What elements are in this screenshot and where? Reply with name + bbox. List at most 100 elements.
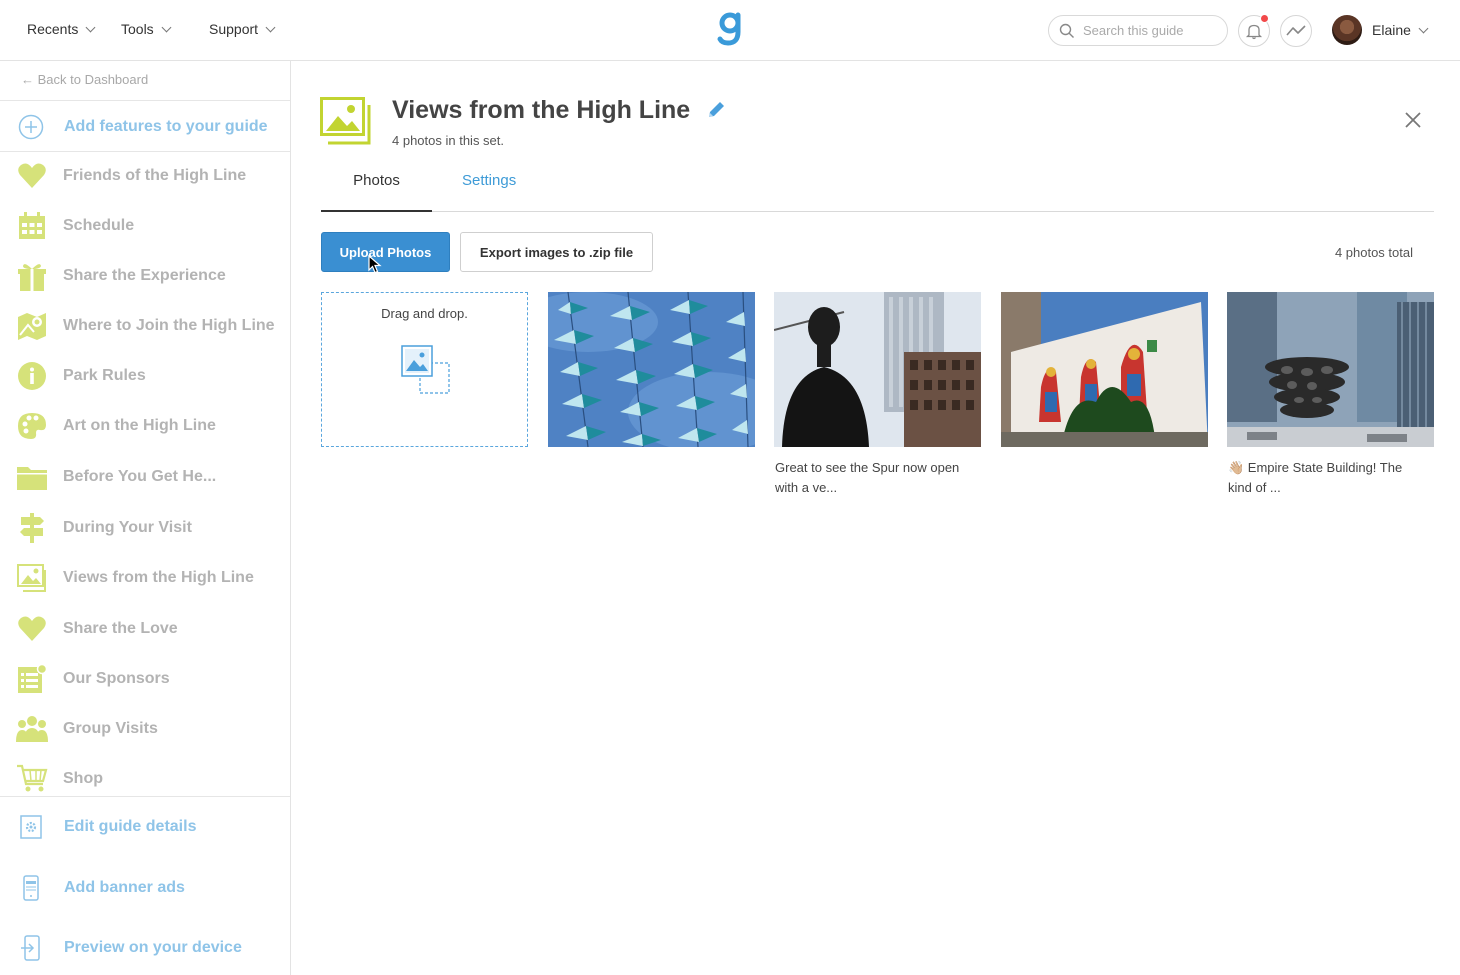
sidebar-item-during-your-visit[interactable]: During Your Visit — [16, 512, 192, 544]
sidebar-item-label: Friends of the High Line — [63, 167, 247, 184]
pencil-icon[interactable] — [706, 100, 726, 120]
edit-guide-details-label: Edit guide details — [64, 818, 197, 835]
divider — [0, 151, 290, 152]
sidebar-item-views[interactable]: Views from the High Line — [16, 562, 254, 594]
user-menu[interactable]: Elaine — [1372, 22, 1429, 38]
app-logo-icon[interactable] — [716, 10, 746, 48]
sidebar-item-label: Art on the High Line — [63, 417, 216, 434]
tab-photos[interactable]: Photos — [321, 172, 432, 189]
phone-arrow-icon — [21, 935, 40, 961]
photo-thumbnail[interactable] — [1001, 292, 1208, 447]
activity-button[interactable] — [1280, 15, 1312, 47]
tabs-divider — [321, 211, 1434, 212]
chevron-down-icon — [161, 22, 172, 32]
gear-icon — [20, 815, 42, 839]
photo-caption: Great to see the Spur now open with a ve… — [775, 460, 960, 495]
notification-dot — [1260, 14, 1269, 23]
sidebar-item-label: Schedule — [63, 217, 135, 234]
search-input[interactable] — [1083, 23, 1213, 38]
chevron-down-icon — [1418, 23, 1429, 33]
photo-thumbnail[interactable] — [774, 292, 981, 447]
export-zip-button[interactable]: Export images to .zip file — [460, 232, 653, 272]
mouse-cursor-icon — [368, 255, 382, 274]
sidebar-item-label: Shop — [63, 770, 103, 787]
support-menu[interactable]: Support — [209, 21, 276, 37]
add-banner-ads-label: Add banner ads — [64, 879, 185, 896]
palette-icon — [16, 410, 48, 442]
sidebar-item-art[interactable]: Art on the High Line — [16, 410, 216, 442]
gift-icon — [16, 260, 48, 292]
add-features-button[interactable]: Add features to your guide — [18, 114, 268, 140]
top-bar: Recents Tools Support Elaine — [0, 0, 1460, 61]
sidebar-item-schedule[interactable]: Schedule — [16, 210, 134, 242]
sidebar-item-label: Views from the High Line — [63, 569, 254, 586]
sidebar-item-label: Park Rules — [63, 367, 146, 384]
tools-menu-label: Tools — [121, 21, 154, 37]
recents-menu-label: Recents — [27, 21, 79, 37]
sidebar-item-label: Share the Love — [63, 620, 178, 637]
photo-set-icon — [320, 97, 371, 145]
preview-on-device-button[interactable]: Preview on your device — [20, 935, 242, 961]
recents-menu[interactable]: Recents — [27, 21, 96, 37]
chevron-down-icon — [265, 22, 276, 32]
sidebar-item-shop[interactable]: Shop — [16, 763, 103, 795]
tools-menu[interactable]: Tools — [121, 21, 172, 37]
list-icon — [16, 663, 48, 695]
search-icon — [1059, 23, 1074, 38]
signpost-icon — [16, 512, 48, 544]
sidebar-item-group-visits[interactable]: Group Visits — [16, 713, 158, 745]
photo-count-subtitle: 4 photos in this set. — [392, 133, 505, 148]
sidebar-item-friends[interactable]: Friends of the High Line — [16, 160, 246, 192]
sidebar-item-before-you-get-here[interactable]: Before You Get He... — [16, 461, 216, 493]
sidebar-item-label: Our Sponsors — [63, 670, 170, 687]
plus-circle-icon — [18, 114, 44, 140]
upload-photos-button[interactable]: Upload Photos — [321, 232, 450, 272]
photos-total-count: 4 photos total — [1334, 245, 1413, 260]
notifications-button[interactable] — [1238, 14, 1270, 47]
chevron-down-icon — [85, 22, 96, 32]
sidebar-item-park-rules[interactable]: Park Rules — [16, 360, 146, 392]
sidebar-item-where-to-join[interactable]: Where to Join the High Line — [16, 310, 275, 342]
activity-icon — [1286, 25, 1306, 36]
folder-icon — [16, 461, 48, 493]
sidebar-item-label: During Your Visit — [63, 519, 192, 536]
sidebar-item-label: Group Visits — [63, 720, 158, 737]
search-box[interactable] — [1048, 15, 1228, 46]
divider — [0, 796, 290, 797]
device-icon — [23, 875, 39, 901]
photo-thumbnail[interactable] — [548, 292, 755, 447]
user-name: Elaine — [1372, 22, 1411, 38]
photo-caption: 👋🏼 Empire State Building! The kind of ..… — [1228, 460, 1403, 495]
cart-icon — [16, 763, 48, 795]
sidebar-item-label: Where to Join the High Line — [63, 317, 275, 334]
sidebar-item-share-experience[interactable]: Share the Experience — [16, 260, 226, 292]
support-menu-label: Support — [209, 21, 259, 37]
map-icon — [16, 310, 48, 342]
sidebar: ← Back to Dashboard Add features to your… — [0, 61, 291, 975]
active-tab-indicator — [321, 210, 432, 212]
preview-on-device-label: Preview on your device — [64, 939, 242, 956]
sidebar-item-label: Before You Get He... — [63, 468, 217, 485]
tab-settings[interactable]: Settings — [462, 172, 516, 189]
heart-icon — [16, 160, 48, 192]
drag-and-drop-zone[interactable]: Drag and drop. — [321, 292, 528, 447]
heart-icon — [16, 613, 48, 645]
divider — [0, 100, 290, 101]
info-icon — [16, 360, 48, 392]
page-title: Views from the High Line — [392, 96, 691, 124]
drag-and-drop-label: Drag and drop. — [381, 306, 468, 321]
image-upload-icon — [401, 345, 450, 394]
photo-thumbnail[interactable] — [1227, 292, 1434, 447]
edit-guide-details-button[interactable]: Edit guide details — [20, 815, 196, 839]
add-banner-ads-button[interactable]: Add banner ads — [20, 875, 185, 901]
sidebar-item-label: Share the Experience — [63, 267, 226, 284]
sidebar-item-share-the-love[interactable]: Share the Love — [16, 613, 178, 645]
image-icon — [16, 562, 48, 594]
close-icon[interactable] — [1400, 107, 1426, 133]
add-features-label: Add features to your guide — [64, 118, 268, 135]
bell-icon — [1245, 24, 1263, 40]
sidebar-item-sponsors[interactable]: Our Sponsors — [16, 663, 170, 695]
avatar[interactable] — [1332, 15, 1362, 45]
back-to-dashboard-link[interactable]: ← Back to Dashboard — [21, 72, 148, 87]
group-icon — [16, 713, 48, 745]
